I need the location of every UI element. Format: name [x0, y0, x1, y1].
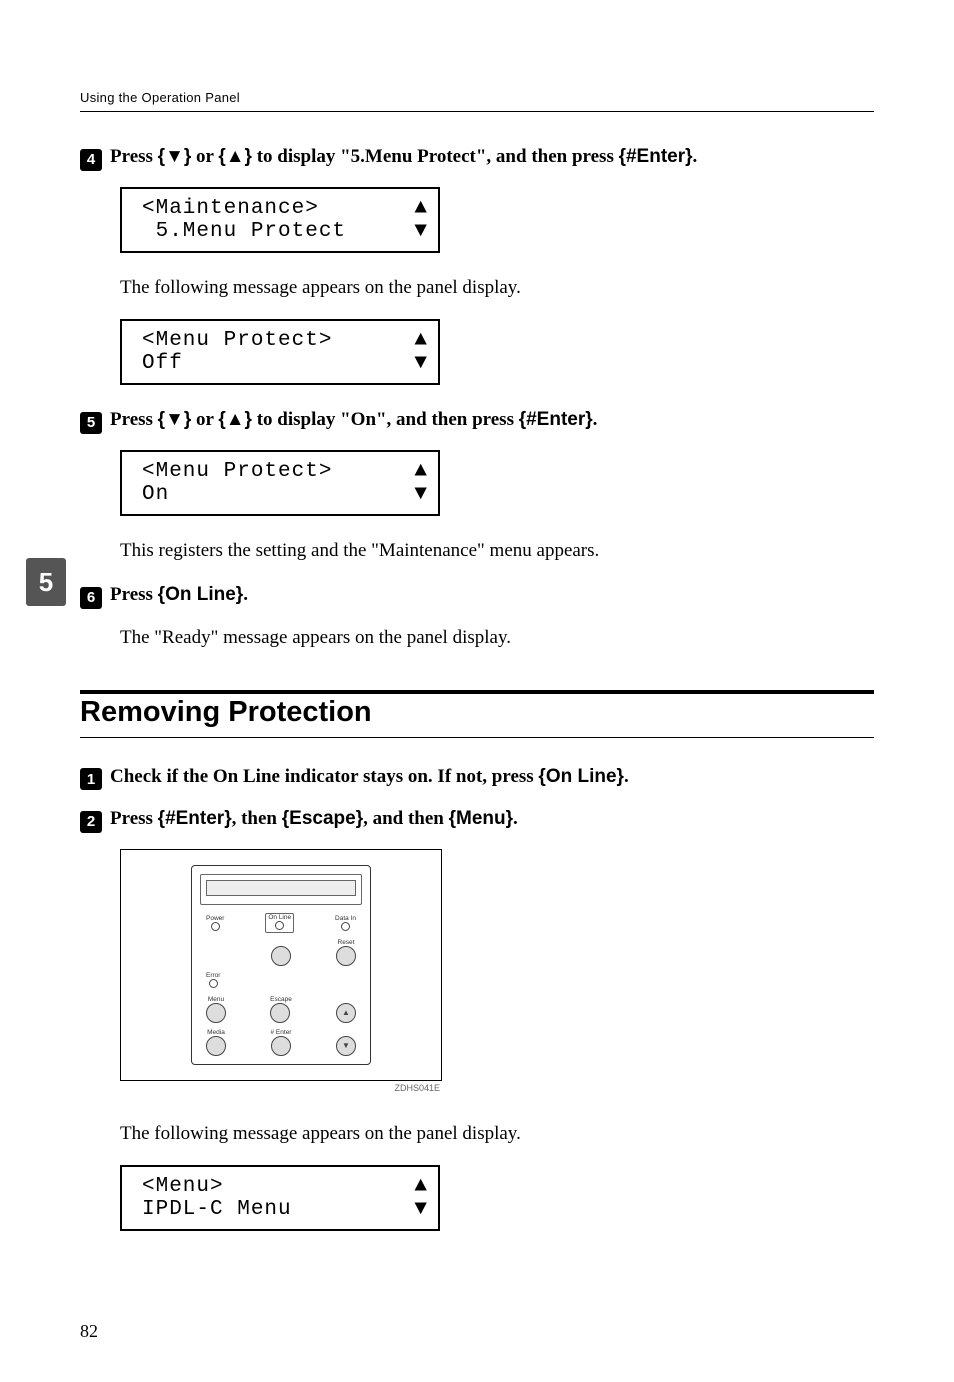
t: or: [191, 146, 218, 167]
up-button: ▲: [336, 1003, 356, 1023]
t: .: [243, 584, 248, 605]
step-2: 2 Press {#Enter}, then {Escape}, and the…: [80, 806, 874, 833]
escape-key: {Escape}: [282, 808, 363, 829]
datain-led-label: Data In: [335, 915, 356, 922]
down-icon: ▼: [412, 483, 428, 506]
registers-text: This registers the setting and the "Main…: [120, 538, 874, 565]
t: Press: [110, 409, 158, 430]
t: .: [513, 808, 518, 829]
t: .: [624, 766, 629, 787]
error-led-icon: [209, 979, 218, 988]
online-led-icon: [275, 921, 284, 930]
panel-screen: [200, 874, 362, 905]
step-5-text: Press {▼} or {▲} to display "On", and th…: [110, 407, 597, 434]
t: Press: [110, 146, 158, 167]
up-key: {▲}: [218, 409, 252, 430]
step-1-text: Check if the On Line indicator stays on.…: [110, 764, 629, 791]
enter-key: {#Enter}: [619, 146, 693, 167]
lcd-line2: 5.Menu Protect: [142, 220, 346, 243]
t: .: [693, 146, 698, 167]
lcd-menu: <Menu> ▲ IPDL-C Menu ▼: [120, 1165, 874, 1231]
online-led-label: On Line: [268, 914, 291, 921]
t: Press: [110, 808, 158, 829]
lcd-line1: <Menu Protect>: [142, 329, 332, 352]
error-led-label: Error: [206, 972, 220, 979]
t: to display "On", and then press: [252, 409, 519, 430]
online-key: {On Line}: [158, 584, 244, 605]
lcd-line1: <Menu Protect>: [142, 460, 332, 483]
up-icon: ▲: [412, 460, 428, 483]
down-key: {▼}: [158, 146, 192, 167]
lcd-menu-protect-off: <Menu Protect> ▲ Off ▼: [120, 319, 874, 385]
media-label: Media: [207, 1029, 225, 1036]
chapter-tab: 5: [26, 558, 66, 606]
lcd-line1: <Maintenance>: [142, 197, 319, 220]
lcd-line1: <Menu>: [142, 1175, 224, 1198]
up-key: {▲}: [218, 146, 252, 167]
reset-button: [336, 946, 356, 966]
t: or: [191, 409, 218, 430]
power-led-label: Power: [206, 915, 224, 922]
step-number-6: 6: [80, 587, 102, 609]
down-icon: ▼: [412, 352, 428, 375]
lcd-line2: Off: [142, 352, 183, 375]
media-button: [206, 1036, 226, 1056]
online-key: {On Line}: [538, 766, 624, 787]
menu-label: Menu: [208, 996, 224, 1003]
escape-label: Escape: [270, 996, 292, 1003]
following-msg-1: The following message appears on the pan…: [120, 275, 874, 302]
step-4-text: Press {▼} or {▲} to display "5.Menu Prot…: [110, 144, 697, 171]
t: , then: [232, 808, 282, 829]
up-icon: ▲: [412, 1175, 428, 1198]
step-4: 4 Press {▼} or {▲} to display "5.Menu Pr…: [80, 144, 874, 171]
reset-label: Reset: [338, 939, 355, 946]
down-icon: ▼: [412, 1198, 428, 1221]
step-5: 5 Press {▼} or {▲} to display "On", and …: [80, 407, 874, 434]
running-header: Using the Operation Panel: [80, 90, 874, 112]
step-6-text: Press {On Line}.: [110, 582, 248, 609]
down-icon: ▼: [412, 220, 428, 243]
menu-key: {Menu}: [449, 808, 513, 829]
step-2-text: Press {#Enter}, then {Escape}, and then …: [110, 806, 518, 833]
t: to display "5.Menu Protect", and then pr…: [252, 146, 619, 167]
step-1: 1 Check if the On Line indicator stays o…: [80, 764, 874, 791]
down-button: ▼: [336, 1036, 356, 1056]
step-number-1: 1: [80, 768, 102, 790]
control-panel-figure: Power On Line Data In Reset Error Menu E…: [120, 849, 440, 1093]
section-heading: Removing Protection: [80, 690, 874, 738]
up-icon: ▲: [412, 197, 428, 220]
following-msg-2: The following message appears on the pan…: [120, 1121, 874, 1148]
datain-led-icon: [341, 922, 350, 931]
escape-button: [270, 1003, 290, 1023]
t: .: [593, 409, 598, 430]
step-number-2: 2: [80, 811, 102, 833]
enter-button: [271, 1036, 291, 1056]
t: Check if the On Line indicator stays on.…: [110, 766, 538, 787]
step-number-4: 4: [80, 149, 102, 171]
enter-label: # Enter: [271, 1029, 292, 1036]
page-number: 82: [80, 1321, 874, 1342]
step-number-5: 5: [80, 412, 102, 434]
t: Press: [110, 584, 158, 605]
enter-key: {#Enter}: [519, 409, 593, 430]
up-icon: ▲: [412, 329, 428, 352]
step-6: 6 Press {On Line}.: [80, 582, 874, 609]
lcd-menu-protect-on: <Menu Protect> ▲ On ▼: [120, 450, 874, 516]
lcd-maintenance: <Maintenance> ▲ 5.Menu Protect ▼: [120, 187, 874, 253]
power-led-icon: [211, 922, 220, 931]
lcd-line2: On: [142, 483, 169, 506]
lcd-line2: IPDL-C Menu: [142, 1198, 292, 1221]
menu-button: [206, 1003, 226, 1023]
ready-msg: The "Ready" message appears on the panel…: [120, 625, 874, 652]
online-button: [271, 946, 291, 966]
t: , and then: [363, 808, 449, 829]
down-key: {▼}: [158, 409, 192, 430]
enter-key: {#Enter}: [158, 808, 232, 829]
figure-code: ZDHS041E: [394, 1083, 440, 1093]
